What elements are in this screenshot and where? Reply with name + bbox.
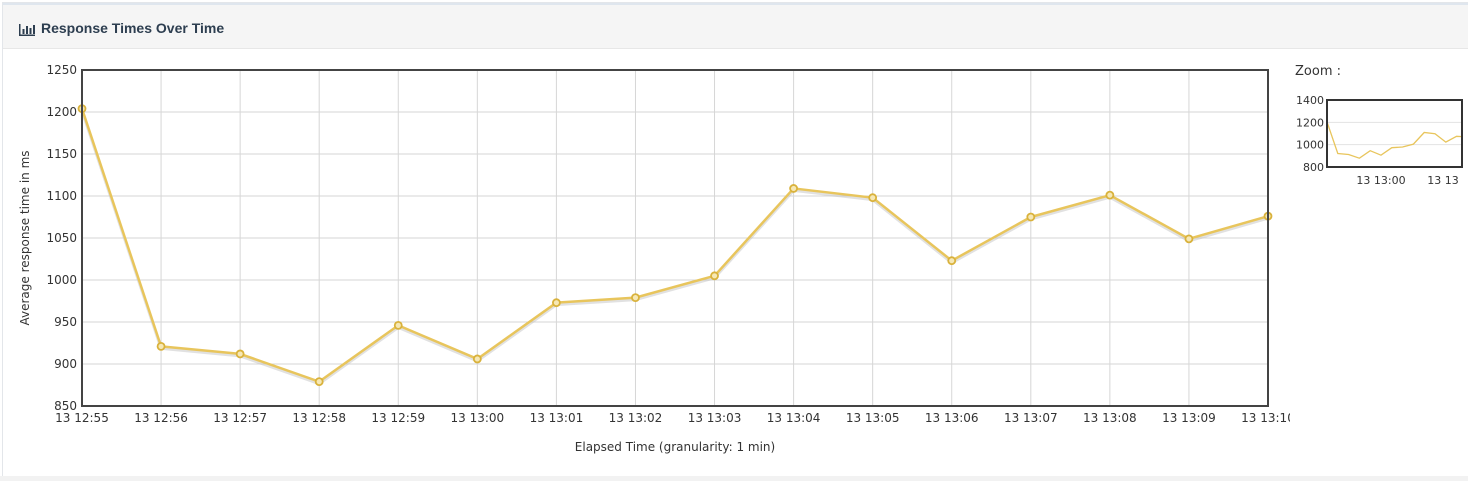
- x-tick-label: 13 12:56: [134, 411, 188, 425]
- data-point[interactable]: [1184, 234, 1194, 244]
- data-point[interactable]: [631, 293, 640, 303]
- series-line[interactable]: [77, 104, 1273, 387]
- x-axis-ticks: 13 12:55 13 12:56 13 12:57 13 12:58 13 12:59…: [55, 411, 1290, 425]
- series-line-path: [80, 108, 1269, 383]
- data-point[interactable]: [393, 320, 403, 330]
- x-tick-label: 13 12:58: [292, 411, 346, 425]
- x-tick-label: 13 13:08: [1083, 411, 1137, 425]
- chart-grid: [81, 69, 1269, 407]
- x-tick-label: 13 13:03: [688, 411, 742, 425]
- data-point[interactable]: [710, 271, 719, 281]
- data-point[interactable]: [1026, 212, 1036, 222]
- data-point[interactable]: [947, 256, 957, 266]
- data-point[interactable]: [789, 184, 798, 193]
- data-point[interactable]: [314, 377, 324, 387]
- data-point[interactable]: [1105, 190, 1115, 200]
- x-tick-label: 13 13:06: [925, 411, 979, 425]
- x-tick-label: 13 12:59: [371, 411, 425, 425]
- y-tick-label: 1150: [46, 147, 77, 161]
- series-shadow: [80, 110, 1269, 386]
- y-axis-ticks: 850900950100010501100115012001250: [46, 63, 77, 413]
- y-tick-label: 1100: [46, 189, 77, 203]
- x-tick-label: 13 12:57: [213, 411, 267, 425]
- y-tick-label: 1000: [46, 273, 77, 287]
- y-tick-label: 950: [54, 315, 77, 329]
- x-tick-label: 13 13:05: [846, 411, 900, 425]
- x-axis-label: Elapsed Time (granularity: 1 min): [575, 440, 775, 454]
- data-point[interactable]: [156, 341, 166, 351]
- x-tick-label: 13 12:55: [55, 411, 109, 425]
- x-tick-label: 13 13:01: [530, 411, 584, 425]
- y-tick-label: 900: [54, 357, 77, 371]
- data-point[interactable]: [868, 193, 878, 203]
- y-tick-label: 1200: [46, 105, 77, 119]
- x-tick-label: 13 13:02: [609, 411, 663, 425]
- y-tick-label: 1250: [46, 63, 77, 77]
- response-times-chart[interactable]: 850900950100010501100115012001250 13 12:…: [0, 0, 1290, 481]
- data-point[interactable]: [472, 354, 482, 364]
- x-tick-label: 13 13:09: [1162, 411, 1216, 425]
- x-tick-label: 13 13:07: [1004, 411, 1058, 425]
- data-point[interactable]: [552, 298, 561, 308]
- zoom-label: Zoom :: [1295, 64, 1341, 79]
- y-tick-label: 1050: [46, 231, 77, 245]
- x-tick-label: 13 13:04: [767, 411, 821, 425]
- panel-bottom: [0, 476, 1468, 481]
- data-point[interactable]: [235, 349, 245, 359]
- x-tick-label: 13 13:10: [1241, 411, 1290, 425]
- x-tick-label: 13 13:00: [450, 411, 504, 425]
- y-axis-label: Average response time in ms: [18, 150, 32, 325]
